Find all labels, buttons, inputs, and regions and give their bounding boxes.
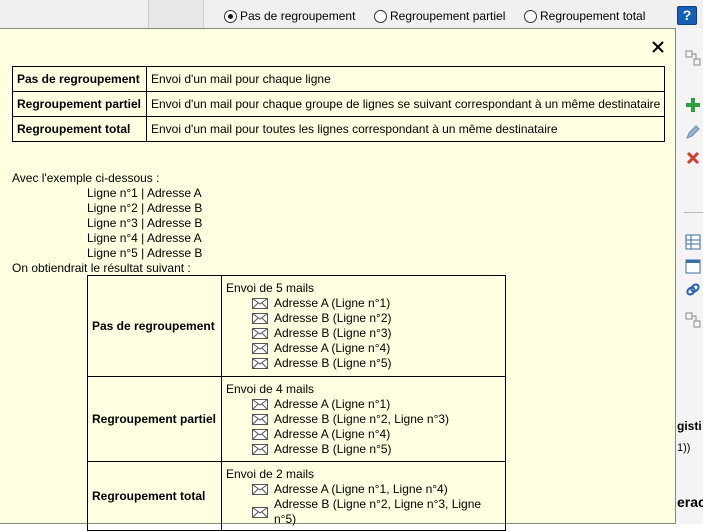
right-label-c: erac xyxy=(677,494,703,510)
mail-item: Adresse A (Ligne n°4) xyxy=(226,427,501,442)
result-cell: Envoi de 5 mails Adresse A (Ligne n°1) A… xyxy=(221,275,506,377)
envelope-icon xyxy=(252,444,268,455)
example-line: Ligne n°5 | Adresse B xyxy=(87,246,203,260)
mail-item: Adresse B (Ligne n°2, Ligne n°3) xyxy=(226,412,501,427)
mail-item: Adresse A (Ligne n°1, Ligne n°4) xyxy=(226,482,501,497)
definition-value: Envoi d'un mail pour chaque ligne xyxy=(145,66,666,92)
result-key: Regroupement partiel xyxy=(87,376,222,462)
example-line: Ligne n°1 | Adresse A xyxy=(87,186,202,200)
mail-item: Adresse A (Ligne n°1) xyxy=(226,296,501,311)
calendar-icon[interactable] xyxy=(683,256,703,276)
mail-label: Adresse A (Ligne n°1) xyxy=(274,397,391,411)
definition-value: Envoi d'un mail pour toutes les lignes c… xyxy=(145,116,666,142)
example-line: Ligne n°3 | Adresse B xyxy=(87,216,203,230)
right-label-a: gisti xyxy=(677,419,702,433)
result-cell: Envoi de 2 mails Adresse A (Ligne n°1, L… xyxy=(221,461,506,531)
mail-label: Adresse B (Ligne n°2, Ligne n°3) xyxy=(274,412,450,426)
envelope-icon xyxy=(252,328,268,339)
radio-regroupement-partiel[interactable]: Regroupement partiel xyxy=(374,7,505,25)
mail-item: Adresse B (Ligne n°5) xyxy=(226,442,501,457)
example-intro: Avec l'exemple ci-dessous : xyxy=(12,171,160,185)
link-icon[interactable] xyxy=(683,280,703,300)
envelope-icon xyxy=(252,414,268,425)
options-panel-strip xyxy=(149,0,204,28)
radio-pas-de-regroupement[interactable]: Pas de regroupement xyxy=(224,7,355,25)
radio-label: Pas de regroupement xyxy=(240,9,356,23)
definitions-table: Pas de regroupement Envoi d'un mail pour… xyxy=(12,66,666,142)
radio-button[interactable] xyxy=(524,9,537,23)
mail-label: Adresse B (Ligne n°5) xyxy=(274,356,392,370)
mail-item: Adresse B (Ligne n°3) xyxy=(226,326,501,341)
envelope-icon xyxy=(252,358,268,369)
result-cell: Envoi de 4 mails Adresse A (Ligne n°1) A… xyxy=(221,376,506,462)
definition-key: Regroupement partiel xyxy=(12,91,147,117)
radio-button[interactable] xyxy=(224,9,237,23)
table-row: Regroupement partiel Envoi de 4 mails Ad… xyxy=(87,376,506,462)
example-line: Ligne n°2 | Adresse B xyxy=(87,201,203,215)
table-row: Regroupement total Envoi de 2 mails Adre… xyxy=(87,461,506,531)
mail-item: Adresse B (Ligne n°2, Ligne n°3, Ligne n… xyxy=(226,497,501,527)
definition-value: Envoi d'un mail pour chaque groupe de li… xyxy=(145,91,666,117)
envelope-icon xyxy=(252,399,268,410)
definition-key: Pas de regroupement xyxy=(12,66,147,92)
mail-label: Adresse B (Ligne n°5) xyxy=(274,442,392,456)
left-pane-background xyxy=(0,0,148,28)
toolbar-separator xyxy=(684,212,703,213)
result-title: Envoi de 5 mails xyxy=(226,281,315,295)
envelope-icon xyxy=(252,343,268,354)
envelope-icon xyxy=(252,298,268,309)
radio-label: Regroupement partiel xyxy=(390,9,506,23)
example-line: Ligne n°4 | Adresse A xyxy=(87,231,202,245)
mail-item: Adresse A (Ligne n°4) xyxy=(226,341,501,356)
results-table: Pas de regroupement Envoi de 5 mails Adr… xyxy=(87,275,506,531)
envelope-icon xyxy=(252,506,268,518)
edit-icon[interactable] xyxy=(683,122,703,142)
result-title: Envoi de 4 mails xyxy=(226,382,315,396)
delete-icon[interactable] xyxy=(683,148,703,168)
close-icon[interactable] xyxy=(650,39,666,55)
envelope-icon xyxy=(252,429,268,440)
right-label-b: 1)) xyxy=(677,442,691,454)
mail-label: Adresse B (Ligne n°2, Ligne n°3, Ligne n… xyxy=(274,497,482,526)
mail-label: Adresse B (Ligne n°3) xyxy=(274,326,392,340)
help-button[interactable]: ? xyxy=(677,6,697,25)
radio-regroupement-total[interactable]: Regroupement total xyxy=(524,7,645,25)
mail-item: Adresse B (Ligne n°5) xyxy=(226,356,501,371)
table-row: Regroupement total Envoi d'un mail pour … xyxy=(12,116,666,142)
merge-icon[interactable] xyxy=(683,48,703,68)
definition-key: Regroupement total xyxy=(12,116,147,142)
table-row: Regroupement partiel Envoi d'un mail pou… xyxy=(12,91,666,117)
radio-label: Regroupement total xyxy=(540,9,646,23)
table-row: Pas de regroupement Envoi de 5 mails Adr… xyxy=(87,275,506,377)
grouping-help-tooltip: Pas de regroupement Envoi d'un mail pour… xyxy=(0,28,676,531)
result-intro: On obtiendrait le résultat suivant : xyxy=(12,261,191,275)
add-icon[interactable] xyxy=(683,95,703,115)
mail-item: Adresse B (Ligne n°2) xyxy=(226,311,501,326)
result-key: Pas de regroupement xyxy=(87,275,222,377)
merge-icon-2[interactable] xyxy=(683,310,703,330)
mail-label: Adresse A (Ligne n°1, Ligne n°4) xyxy=(274,482,448,496)
result-title: Envoi de 2 mails xyxy=(226,467,315,481)
radio-button[interactable] xyxy=(374,9,387,23)
mail-label: Adresse A (Ligne n°4) xyxy=(274,427,391,441)
envelope-icon xyxy=(252,484,268,495)
table-row: Pas de regroupement Envoi d'un mail pour… xyxy=(12,66,666,92)
mail-item: Adresse A (Ligne n°1) xyxy=(226,397,501,412)
grid-icon[interactable] xyxy=(683,232,703,252)
mail-label: Adresse B (Ligne n°2) xyxy=(274,311,392,325)
result-key: Regroupement total xyxy=(87,461,222,531)
mail-label: Adresse A (Ligne n°1) xyxy=(274,296,391,310)
mail-label: Adresse A (Ligne n°4) xyxy=(274,341,391,355)
envelope-icon xyxy=(252,313,268,324)
